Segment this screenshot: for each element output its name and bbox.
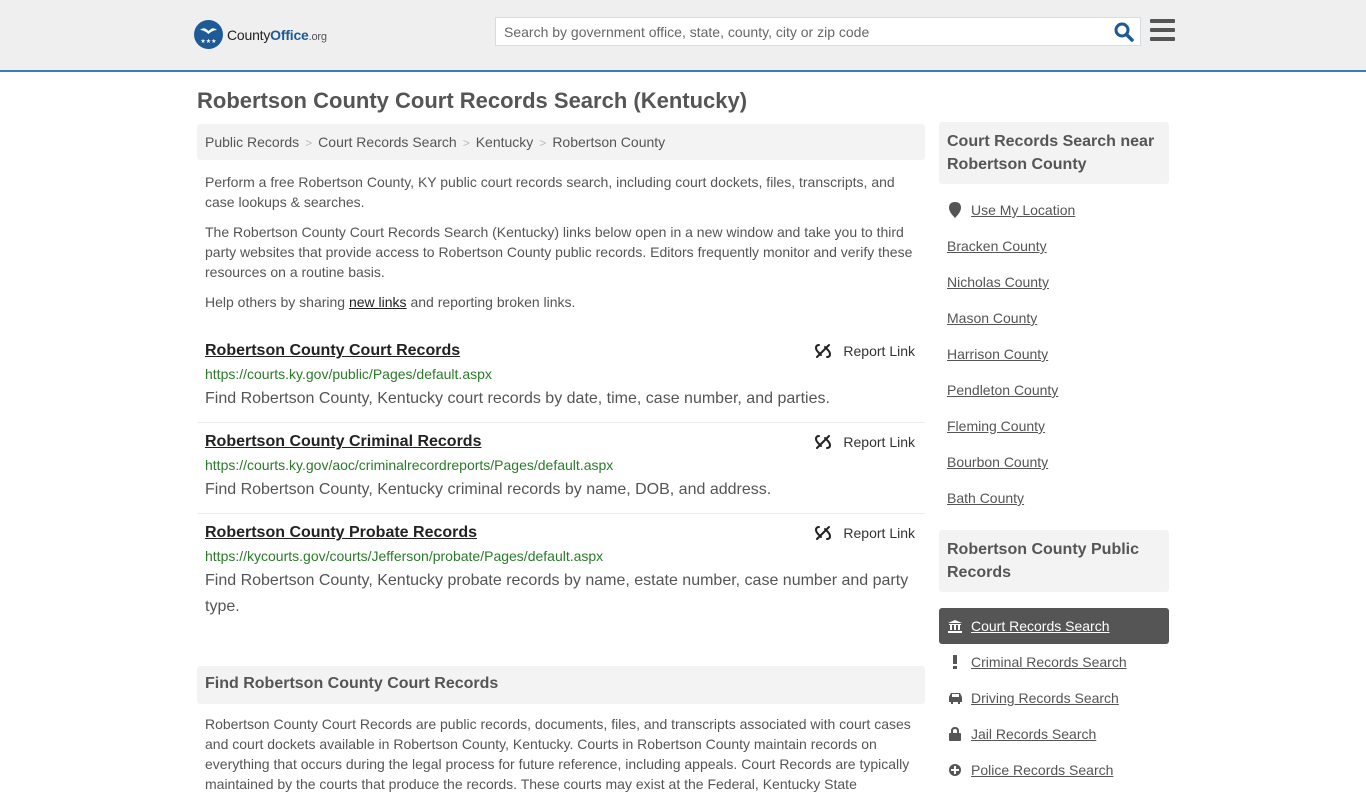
record-listing: Robertson County Probate Records Report … (197, 514, 925, 630)
nearby-county-link[interactable]: Harrison County (947, 346, 1048, 362)
report-link-button[interactable]: Report Link (815, 434, 915, 450)
logo-text: CountyOffice.org (227, 26, 327, 43)
sidebar: Court Records Search near Robertson Coun… (939, 122, 1169, 788)
intro-paragraph-3: Help others by sharing new links and rep… (205, 294, 576, 310)
nearby-county-link[interactable]: Pendleton County (947, 382, 1058, 398)
main-content: Public Records > Court Records Search > Kent… (197, 124, 925, 794)
find-records-heading: Find Robertson County Court Records (197, 666, 925, 704)
map-marker-icon (947, 202, 963, 218)
nearby-county-item: Fleming County (939, 408, 1169, 444)
report-link-button[interactable]: Report Link (815, 343, 915, 359)
breadcrumb-public-records[interactable]: Public Records (205, 134, 299, 150)
nearby-county-link[interactable]: Nicholas County (947, 274, 1049, 290)
record-description: Find Robertson County, Kentucky criminal… (205, 481, 772, 498)
nearby-county-item: Harrison County (939, 336, 1169, 372)
site-search (495, 17, 1141, 46)
public-records-item-jail[interactable]: Jail Records Search (939, 716, 1169, 752)
breadcrumb-separator: > (539, 136, 547, 150)
nearby-county-item: Bracken County (939, 228, 1169, 264)
nearby-heading: Court Records Search near Robertson Coun… (939, 122, 1169, 184)
record-listing: Robertson County Court Records Report Li… (197, 332, 925, 423)
nearby-county-item: Bourbon County (939, 444, 1169, 480)
record-url: https://courts.ky.gov/aoc/criminalrecord… (205, 457, 614, 473)
jail-records-search-link[interactable]: Jail Records Search (971, 726, 1096, 742)
nearby-list: Use My Location Bracken County Nicholas … (939, 192, 1169, 516)
hamburger-menu-icon[interactable] (1150, 19, 1175, 41)
breadcrumb-current: Robertson County (552, 134, 666, 150)
police-badge-icon (947, 763, 963, 777)
search-button[interactable] (1114, 22, 1134, 42)
use-my-location-link[interactable]: Use My Location (971, 202, 1075, 218)
court-records-search-link[interactable]: Court Records Search (971, 618, 1110, 634)
record-title-link[interactable]: Robertson County Criminal Records (205, 433, 481, 451)
intro-paragraph-2: The Robertson County Court Records Searc… (205, 224, 913, 280)
record-title-link[interactable]: Robertson County Court Records (205, 342, 460, 360)
record-description: Find Robertson County, Kentucky court re… (205, 390, 830, 407)
record-url: https://kycourts.gov/courts/Jefferson/pr… (205, 548, 604, 564)
nearby-county-item: Nicholas County (939, 264, 1169, 300)
breadcrumb-kentucky[interactable]: Kentucky (476, 134, 534, 150)
public-records-item-criminal[interactable]: Criminal Records Search (939, 644, 1169, 680)
nearby-county-item: Pendleton County (939, 372, 1169, 408)
broken-link-icon (815, 526, 832, 540)
record-listing: Robertson County Criminal Records Report… (197, 423, 925, 514)
eagle-logo-icon: ★★★ (194, 20, 223, 49)
public-records-item-driving[interactable]: Driving Records Search (939, 680, 1169, 716)
use-location-item: Use My Location (939, 192, 1169, 228)
page-title: Robertson County Court Records Search (K… (197, 88, 748, 113)
record-url: https://courts.ky.gov/public/Pages/defau… (205, 366, 492, 382)
breadcrumb-separator: > (305, 136, 313, 150)
search-icon (1114, 22, 1134, 42)
exclamation-icon (947, 655, 963, 669)
search-input[interactable] (496, 18, 1096, 45)
nearby-county-link[interactable]: Mason County (947, 310, 1037, 326)
intro-text: Perform a free Robertson County, KY publ… (197, 172, 925, 312)
courthouse-icon (947, 619, 963, 633)
breadcrumb-court-records-search[interactable]: Court Records Search (318, 134, 457, 150)
find-records-body: Robertson County Court Records are publi… (205, 716, 911, 792)
broken-link-icon (815, 435, 832, 449)
site-header: ★★★ CountyOffice.org (0, 0, 1366, 72)
intro-paragraph-1: Perform a free Robertson County, KY publ… (205, 174, 895, 210)
site-logo[interactable]: ★★★ CountyOffice.org (194, 20, 327, 49)
broken-link-icon (815, 344, 832, 358)
report-link-button[interactable]: Report Link (815, 525, 915, 541)
nearby-county-link[interactable]: Bath County (947, 490, 1024, 506)
nearby-county-item: Mason County (939, 300, 1169, 336)
nearby-county-item: Bath County (939, 480, 1169, 516)
record-description: Find Robertson County, Kentucky probate … (205, 572, 909, 615)
nearby-county-link[interactable]: Bracken County (947, 238, 1047, 254)
nearby-county-link[interactable]: Fleming County (947, 418, 1045, 434)
car-icon (947, 692, 963, 704)
driving-records-search-link[interactable]: Driving Records Search (971, 690, 1119, 706)
public-records-item-court[interactable]: Court Records Search (939, 608, 1169, 644)
breadcrumb-separator: > (462, 136, 470, 150)
lock-icon (947, 727, 963, 741)
nearby-county-link[interactable]: Bourbon County (947, 454, 1048, 470)
criminal-records-search-link[interactable]: Criminal Records Search (971, 654, 1127, 670)
public-records-list: Court Records Search Criminal Records Se… (939, 608, 1169, 788)
breadcrumb: Public Records > Court Records Search > Kent… (197, 124, 925, 160)
svg-text:★★★: ★★★ (200, 38, 216, 45)
record-title-link[interactable]: Robertson County Probate Records (205, 524, 477, 542)
public-records-item-police[interactable]: Police Records Search (939, 752, 1169, 788)
public-records-heading: Robertson County Public Records (939, 530, 1169, 592)
police-records-search-link[interactable]: Police Records Search (971, 762, 1113, 778)
new-links-link[interactable]: new links (349, 294, 407, 310)
